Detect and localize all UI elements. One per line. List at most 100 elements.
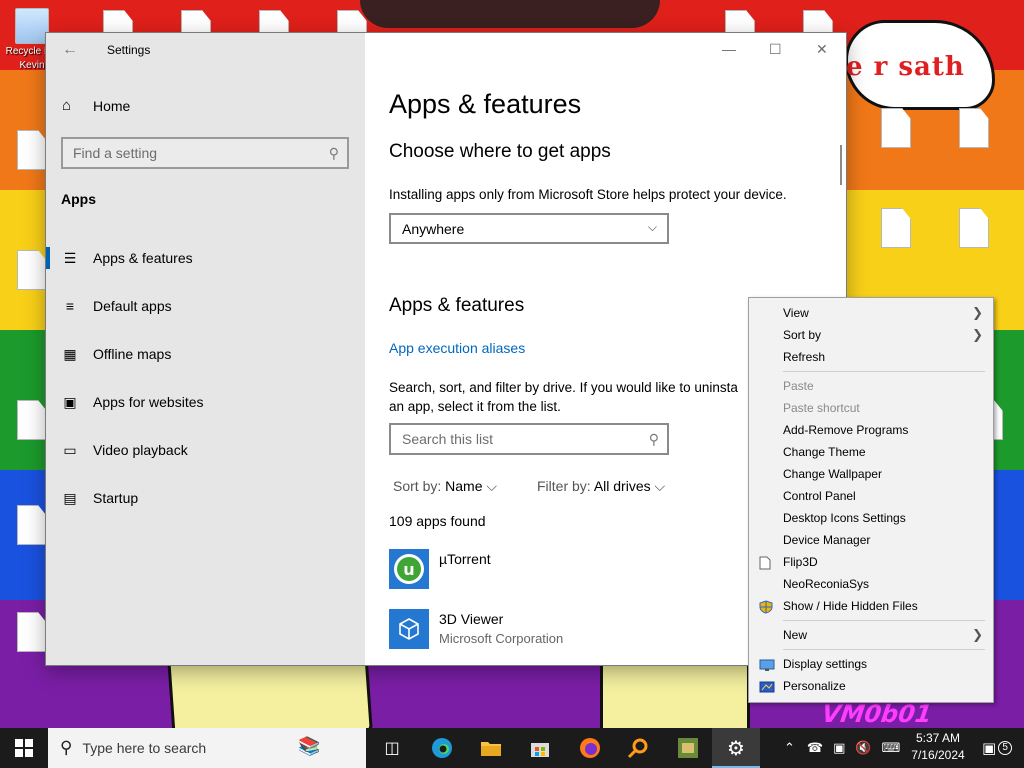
magnifier-app-icon[interactable]	[626, 736, 650, 760]
menu-item-flip3d[interactable]: Flip3D	[749, 551, 993, 573]
utorrent-icon: u	[389, 549, 429, 589]
menu-item-change-theme[interactable]: Change Theme	[749, 441, 993, 463]
home-icon: ⌂	[62, 97, 72, 114]
search-note: Search, sort, and filter by drive. If yo…	[389, 380, 738, 395]
app-source-select[interactable]: Anywhere ⌵	[389, 213, 669, 244]
menu-item-label: View	[783, 306, 809, 320]
volume-muted-icon[interactable]: 🔇	[855, 740, 871, 756]
microsoft-store-icon[interactable]	[528, 736, 552, 760]
apps-features-heading: Apps & features	[389, 295, 525, 316]
menu-item-label: Paste shortcut	[783, 401, 860, 415]
menu-item-sort-by[interactable]: Sort by ❯	[749, 324, 993, 346]
menu-item-label: Flip3D	[783, 555, 818, 569]
game-app-icon[interactable]	[676, 736, 700, 760]
filter-dropdown[interactable]: Filter by: All drives ⌵	[537, 478, 665, 495]
taskbar: ⚲ Type here to search 📚 ◫ ⚙ ⌃ ☎ ▣ 🔇 ⌨ 5:…	[0, 728, 1024, 768]
notification-center-button[interactable]: ▣ 5	[982, 728, 1013, 768]
sidebar-item-default-apps[interactable]: ≡ Default apps	[46, 286, 365, 326]
app-source-value: Anywhere	[402, 220, 465, 237]
task-view-icon[interactable]: ◫	[380, 736, 404, 760]
menu-item-paste: Paste	[749, 375, 993, 397]
chevron-right-icon: ❯	[972, 627, 983, 642]
menu-item-label: Desktop Icons Settings	[783, 511, 906, 525]
chevron-up-icon[interactable]: ⌃	[784, 740, 795, 756]
sidebar-item-label: Startup	[93, 490, 139, 506]
menu-item-show-hide-hidden-files[interactable]: Show / Hide Hidden Files	[749, 595, 993, 617]
edge-browser-icon[interactable]	[430, 736, 454, 760]
menu-item-device-manager[interactable]: Device Manager	[749, 529, 993, 551]
find-setting-input[interactable]: Find a setting ⚲	[61, 137, 349, 169]
personalize-icon	[759, 679, 775, 693]
file-icon	[881, 108, 911, 148]
page-title: Apps & features	[389, 89, 582, 119]
sidebar-item-label: Apps for websites	[93, 394, 204, 410]
sidebar-item-label: Apps & features	[93, 250, 193, 266]
menu-item-personalize[interactable]: Personalize	[749, 675, 993, 697]
default-apps-icon: ≡	[65, 298, 75, 314]
nav-home[interactable]: ⌂ Home	[62, 97, 130, 114]
sidebar-item-apps-features[interactable]: ☰ Apps & features	[46, 238, 365, 278]
menu-item-label: Control Panel	[783, 489, 856, 503]
chevron-right-icon: ❯	[972, 305, 983, 320]
close-icon[interactable]: ✕	[816, 41, 828, 58]
desktop-icon[interactable]	[866, 208, 926, 248]
svg-text:u: u	[403, 560, 414, 579]
window-title: Settings	[107, 43, 151, 57]
firefox-icon[interactable]	[578, 736, 602, 760]
apps-found-count: 109 apps found	[389, 513, 486, 529]
sidebar-item-video-playback[interactable]: ▭ Video playback	[46, 430, 365, 470]
menu-item-paste-shortcut: Paste shortcut	[749, 397, 993, 419]
choose-apps-heading: Choose where to get apps	[389, 141, 611, 162]
scrollbar[interactable]	[840, 145, 842, 185]
3d-viewer-icon	[389, 609, 429, 649]
maximize-icon[interactable]: ☐	[769, 41, 782, 58]
people-icon[interactable]: ☎	[807, 740, 823, 756]
menu-item-refresh[interactable]: Refresh	[749, 346, 993, 368]
desktop-icon[interactable]	[866, 108, 926, 148]
gear-icon[interactable]: ⚙	[724, 736, 748, 760]
menu-item-display-settings[interactable]: Display settings	[749, 653, 993, 675]
chevron-down-icon: ⌵	[654, 478, 666, 494]
menu-item-control-panel[interactable]: Control Panel	[749, 485, 993, 507]
sidebar-item-label: Default apps	[93, 298, 172, 314]
taskbar-search-box[interactable]: ⚲ Type here to search 📚	[48, 728, 366, 768]
settings-window: ← Settings ⌂ Home Find a setting ⚲ Apps …	[46, 33, 846, 665]
search-list-input[interactable]: Search this list ⚲	[389, 423, 669, 455]
apps-websites-icon: ▣	[63, 393, 77, 410]
sidebar-item-offline-maps[interactable]: ▦ Offline maps	[46, 334, 365, 374]
back-arrow-icon[interactable]: ←	[62, 41, 78, 59]
file-icon	[17, 400, 47, 440]
desktop-wallpaper-vm-text: VM0b01	[820, 700, 934, 728]
menu-item-label: Display settings	[783, 657, 868, 671]
menu-item-view[interactable]: View ❯	[749, 302, 993, 324]
desktop-icon[interactable]	[944, 208, 1004, 248]
search-highlight-icon: 📚	[298, 736, 321, 756]
menu-item-new[interactable]: New ❯	[749, 624, 993, 646]
start-button[interactable]	[0, 728, 48, 768]
menu-separator	[783, 649, 985, 650]
desktop-icon[interactable]	[944, 108, 1004, 148]
menu-separator	[783, 371, 985, 372]
menu-item-label: Sort by	[783, 328, 822, 342]
chevron-down-icon: ⌵	[486, 478, 498, 494]
menu-item-label: Device Manager	[783, 533, 871, 547]
app-execution-aliases-link[interactable]: App execution aliases	[389, 340, 525, 356]
file-explorer-icon[interactable]	[479, 736, 503, 760]
sort-dropdown[interactable]: Sort by: Name ⌵	[393, 478, 497, 495]
menu-item-add-remove-programs[interactable]: Add-Remove Programs	[749, 419, 993, 441]
menu-item-label: NeoReconiaSys	[783, 577, 870, 591]
minimize-icon[interactable]: —	[722, 41, 736, 57]
network-icon[interactable]: ▣	[833, 740, 845, 756]
taskbar-clock[interactable]: 5:37 AM 7/16/2024	[903, 730, 973, 764]
menu-item-desktop-icons-settings[interactable]: Desktop Icons Settings	[749, 507, 993, 529]
video-playback-icon: ▭	[63, 441, 77, 458]
sidebar-item-startup[interactable]: ▤ Startup	[46, 478, 365, 518]
sidebar-section-heading: Apps	[61, 191, 96, 207]
search-icon: ⚲	[60, 738, 73, 757]
menu-item-change-wallpaper[interactable]: Change Wallpaper	[749, 463, 993, 485]
keyboard-icon[interactable]: ⌨	[882, 740, 901, 756]
sidebar-item-apps-for-websites[interactable]: ▣ Apps for websites	[46, 382, 365, 422]
store-note: Installing apps only from Microsoft Stor…	[389, 187, 787, 202]
file-icon	[17, 130, 47, 170]
menu-item-neoreconiasys[interactable]: NeoReconiaSys	[749, 573, 993, 595]
